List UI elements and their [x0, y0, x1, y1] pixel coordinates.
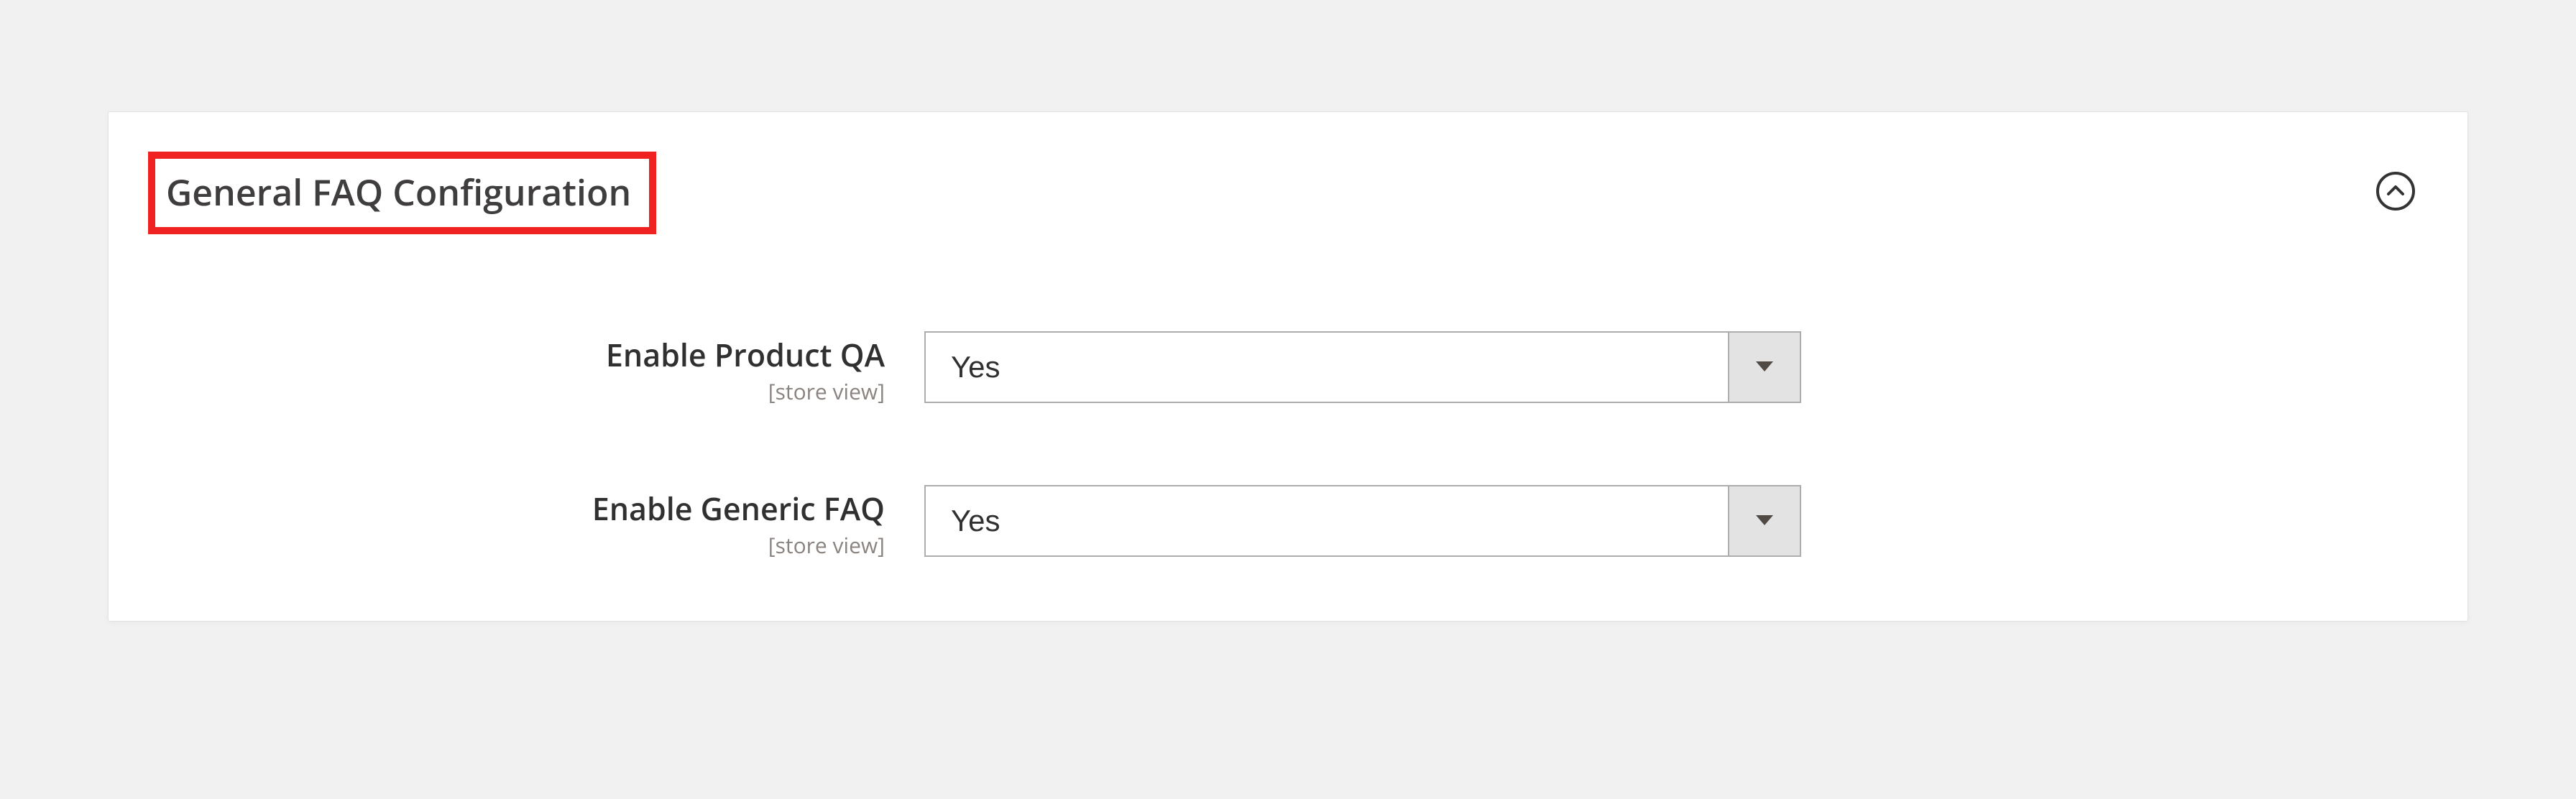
caret-down-icon: [1756, 513, 1773, 529]
enable-product-qa-select[interactable]: Yes: [924, 331, 1801, 403]
field-scope: [store view]: [148, 530, 885, 560]
caret-down-icon: [1756, 359, 1773, 375]
section-title-highlight-box: General FAQ Configuration: [148, 152, 656, 234]
field-label: Enable Product QA: [148, 336, 885, 374]
select-value[interactable]: Yes: [926, 486, 1728, 555]
field-scope: [store view]: [148, 377, 885, 406]
field-label: Enable Generic FAQ: [148, 489, 885, 528]
chevron-up-icon: [2387, 183, 2404, 199]
panel-header: General FAQ Configuration: [148, 152, 2428, 234]
field-input-col: Yes: [924, 331, 1801, 403]
select-value[interactable]: Yes: [926, 333, 1728, 402]
collapse-toggle[interactable]: [2376, 172, 2415, 211]
field-row-enable-generic-faq: Enable Generic FAQ [store view] Yes: [148, 485, 2428, 560]
field-row-enable-product-qa: Enable Product QA [store view] Yes: [148, 331, 2428, 406]
config-panel: General FAQ Configuration Enable Product…: [108, 111, 2468, 622]
field-label-col: Enable Product QA [store view]: [148, 331, 924, 406]
select-arrow-button[interactable]: [1728, 486, 1800, 555]
field-label-col: Enable Generic FAQ [store view]: [148, 485, 924, 560]
enable-generic-faq-select[interactable]: Yes: [924, 485, 1801, 557]
field-input-col: Yes: [924, 485, 1801, 557]
section-title: General FAQ Configuration: [166, 167, 631, 216]
select-arrow-button[interactable]: [1728, 333, 1800, 402]
